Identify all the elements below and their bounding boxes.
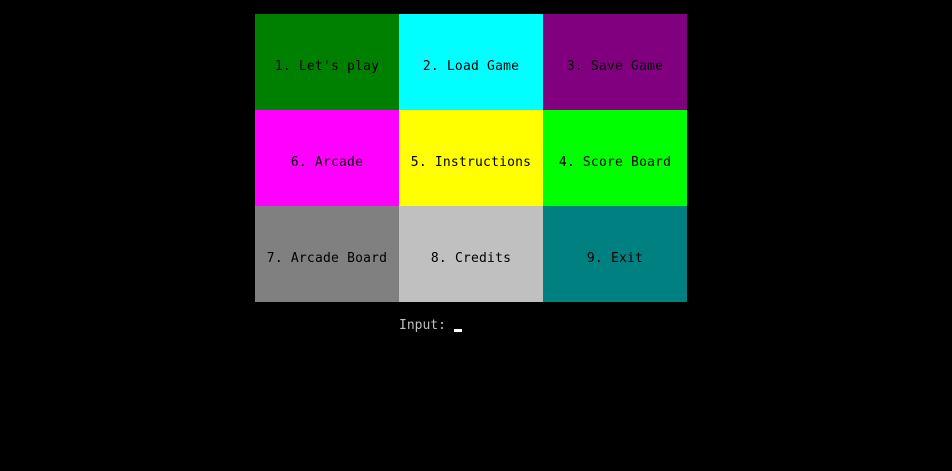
menu-item-exit[interactable]: 9. Exit: [543, 206, 687, 302]
menu-item-score-board[interactable]: 4. Score Board: [543, 110, 687, 206]
menu-item-label: 8. Credits: [430, 250, 512, 266]
menu-item-label: 4. Score Board: [558, 154, 672, 170]
menu-item-label: 6. Arcade: [290, 154, 364, 170]
menu-item-label: 3. Save Game: [566, 58, 664, 74]
input-prompt[interactable]: Input:: [399, 318, 462, 333]
menu-item-credits[interactable]: 8. Credits: [399, 206, 543, 302]
menu-item-load-game[interactable]: 2. Load Game: [399, 14, 543, 110]
menu-item-label: 1. Let's play: [274, 58, 380, 74]
input-prompt-label: Input:: [399, 318, 446, 333]
menu-item-instructions[interactable]: 5. Instructions: [399, 110, 543, 206]
text-cursor-icon: [453, 329, 462, 332]
menu-item-label: 5. Instructions: [410, 154, 532, 170]
menu-item-save-game[interactable]: 3. Save Game: [543, 14, 687, 110]
menu-item-label: 2. Load Game: [422, 58, 520, 74]
main-menu-grid: 1. Let's play 2. Load Game 3. Save Game …: [255, 14, 687, 302]
menu-item-label: 7. Arcade Board: [266, 250, 388, 266]
menu-item-lets-play[interactable]: 1. Let's play: [255, 14, 399, 110]
menu-item-arcade-board[interactable]: 7. Arcade Board: [255, 206, 399, 302]
menu-item-arcade[interactable]: 6. Arcade: [255, 110, 399, 206]
menu-item-label: 9. Exit: [586, 250, 644, 266]
